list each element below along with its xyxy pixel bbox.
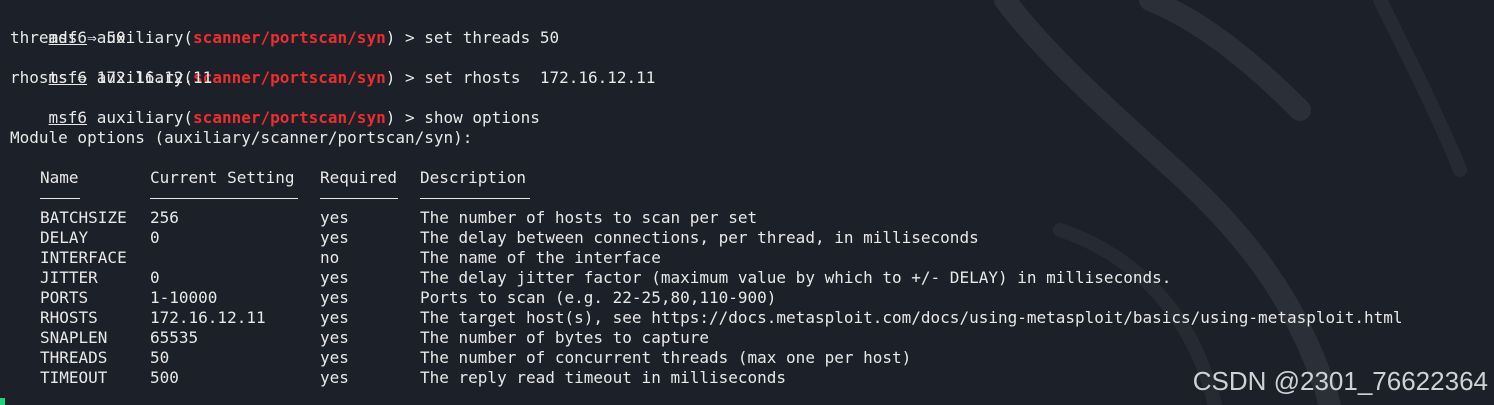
- option-description: The reply read timeout in milliseconds: [420, 368, 787, 387]
- table-row: SNAPLEN 65535 yes The number of bytes to…: [10, 328, 1490, 348]
- option-current-setting: 500: [150, 368, 179, 387]
- command-text: set threads 50: [424, 28, 560, 47]
- underline-name: [40, 198, 80, 199]
- table-row: RHOSTS 172.16.12.11 yes The target host(…: [10, 308, 1490, 328]
- table-row: BATCHSIZE 256 yes The number of hosts to…: [10, 208, 1490, 228]
- option-current-setting: 50: [150, 348, 170, 367]
- option-current-setting: 0: [150, 228, 160, 247]
- option-required: yes: [320, 228, 349, 247]
- option-name: INTERFACE: [40, 248, 127, 267]
- column-header-current-setting: Current Setting: [150, 168, 295, 187]
- option-name: PORTS: [40, 288, 89, 307]
- option-current-setting: 65535: [150, 328, 199, 347]
- option-current-setting: 0: [150, 268, 160, 287]
- option-current-setting: 172.16.12.11: [150, 308, 266, 327]
- option-required: yes: [320, 308, 349, 327]
- table-row: THREADS 50 yes The number of concurrent …: [10, 348, 1490, 368]
- option-current-setting: 256: [150, 208, 179, 227]
- option-name: JITTER: [40, 268, 98, 287]
- command-line: msf6 auxiliary(scanner/portscan/syn) > s…: [48, 108, 540, 127]
- csdn-watermark: CSDN @2301_76622364: [1192, 366, 1488, 396]
- command-line: msf6 auxiliary(scanner/portscan/syn) > s…: [48, 68, 656, 87]
- underline-current-setting: [150, 198, 298, 199]
- module-type: auxiliary: [96, 108, 184, 127]
- option-required: no: [320, 248, 340, 267]
- table-row: PORTS 1-10000 yes Ports to scan (e.g. 22…: [10, 288, 1490, 308]
- command-output: threads ⇒ 50: [10, 28, 126, 47]
- underline-description: [420, 198, 530, 199]
- command-text: set rhosts 172.16.12.11: [424, 68, 656, 87]
- table-row: DELAY 0 yes The delay between connection…: [10, 228, 1490, 248]
- terminal-cursor: [0, 398, 5, 405]
- option-description: The target host(s), see https://docs.met…: [420, 308, 1403, 327]
- option-description: The delay jitter factor (maximum value b…: [420, 268, 1172, 287]
- header-underlines: [10, 188, 1210, 208]
- terminal-window[interactable]: msf6 auxiliary(scanner/portscan/syn) > s…: [0, 0, 1494, 405]
- option-description: The number of concurrent threads (max on…: [420, 348, 912, 367]
- option-name: SNAPLEN: [40, 328, 108, 347]
- option-name: THREADS: [40, 348, 108, 367]
- command-line: msf6 auxiliary(scanner/portscan/syn) > s…: [48, 28, 560, 47]
- column-header-name: Name: [40, 168, 79, 187]
- option-required: yes: [320, 368, 349, 387]
- command-output: rhosts ⇒ 172.16.12.11: [10, 68, 213, 87]
- table-row: INTERFACE no The name of the interface: [10, 248, 1490, 268]
- option-required: yes: [320, 208, 349, 227]
- table-row: JITTER 0 yes The delay jitter factor (ma…: [10, 268, 1490, 288]
- module-path: scanner/portscan/syn: [193, 28, 386, 47]
- column-header-required: Required: [320, 168, 398, 187]
- option-description: The name of the interface: [420, 248, 661, 267]
- options-title: Module options (auxiliary/scanner/portsc…: [10, 128, 473, 147]
- module-path: scanner/portscan/syn: [193, 68, 386, 87]
- option-required: yes: [320, 288, 349, 307]
- module-path: scanner/portscan/syn: [193, 108, 386, 127]
- option-required: yes: [320, 328, 349, 347]
- option-description: The number of hosts to scan per set: [420, 208, 758, 227]
- option-required: yes: [320, 268, 349, 287]
- option-name: DELAY: [40, 228, 89, 247]
- prompt-prefix: msf6: [48, 108, 88, 127]
- option-name: TIMEOUT: [40, 368, 108, 387]
- options-table-header: Name Current Setting Required Descriptio…: [10, 168, 1210, 188]
- option-name: BATCHSIZE: [40, 208, 127, 227]
- option-description: The number of bytes to capture: [420, 328, 709, 347]
- option-description: Ports to scan (e.g. 22-25,80,110-900): [420, 288, 777, 307]
- command-text: show options: [424, 108, 540, 127]
- underline-required: [320, 198, 398, 199]
- option-description: The delay between connections, per threa…: [420, 228, 979, 247]
- option-current-setting: 1-10000: [150, 288, 218, 307]
- option-name: RHOSTS: [40, 308, 98, 327]
- option-required: yes: [320, 348, 349, 367]
- column-header-description: Description: [420, 168, 526, 187]
